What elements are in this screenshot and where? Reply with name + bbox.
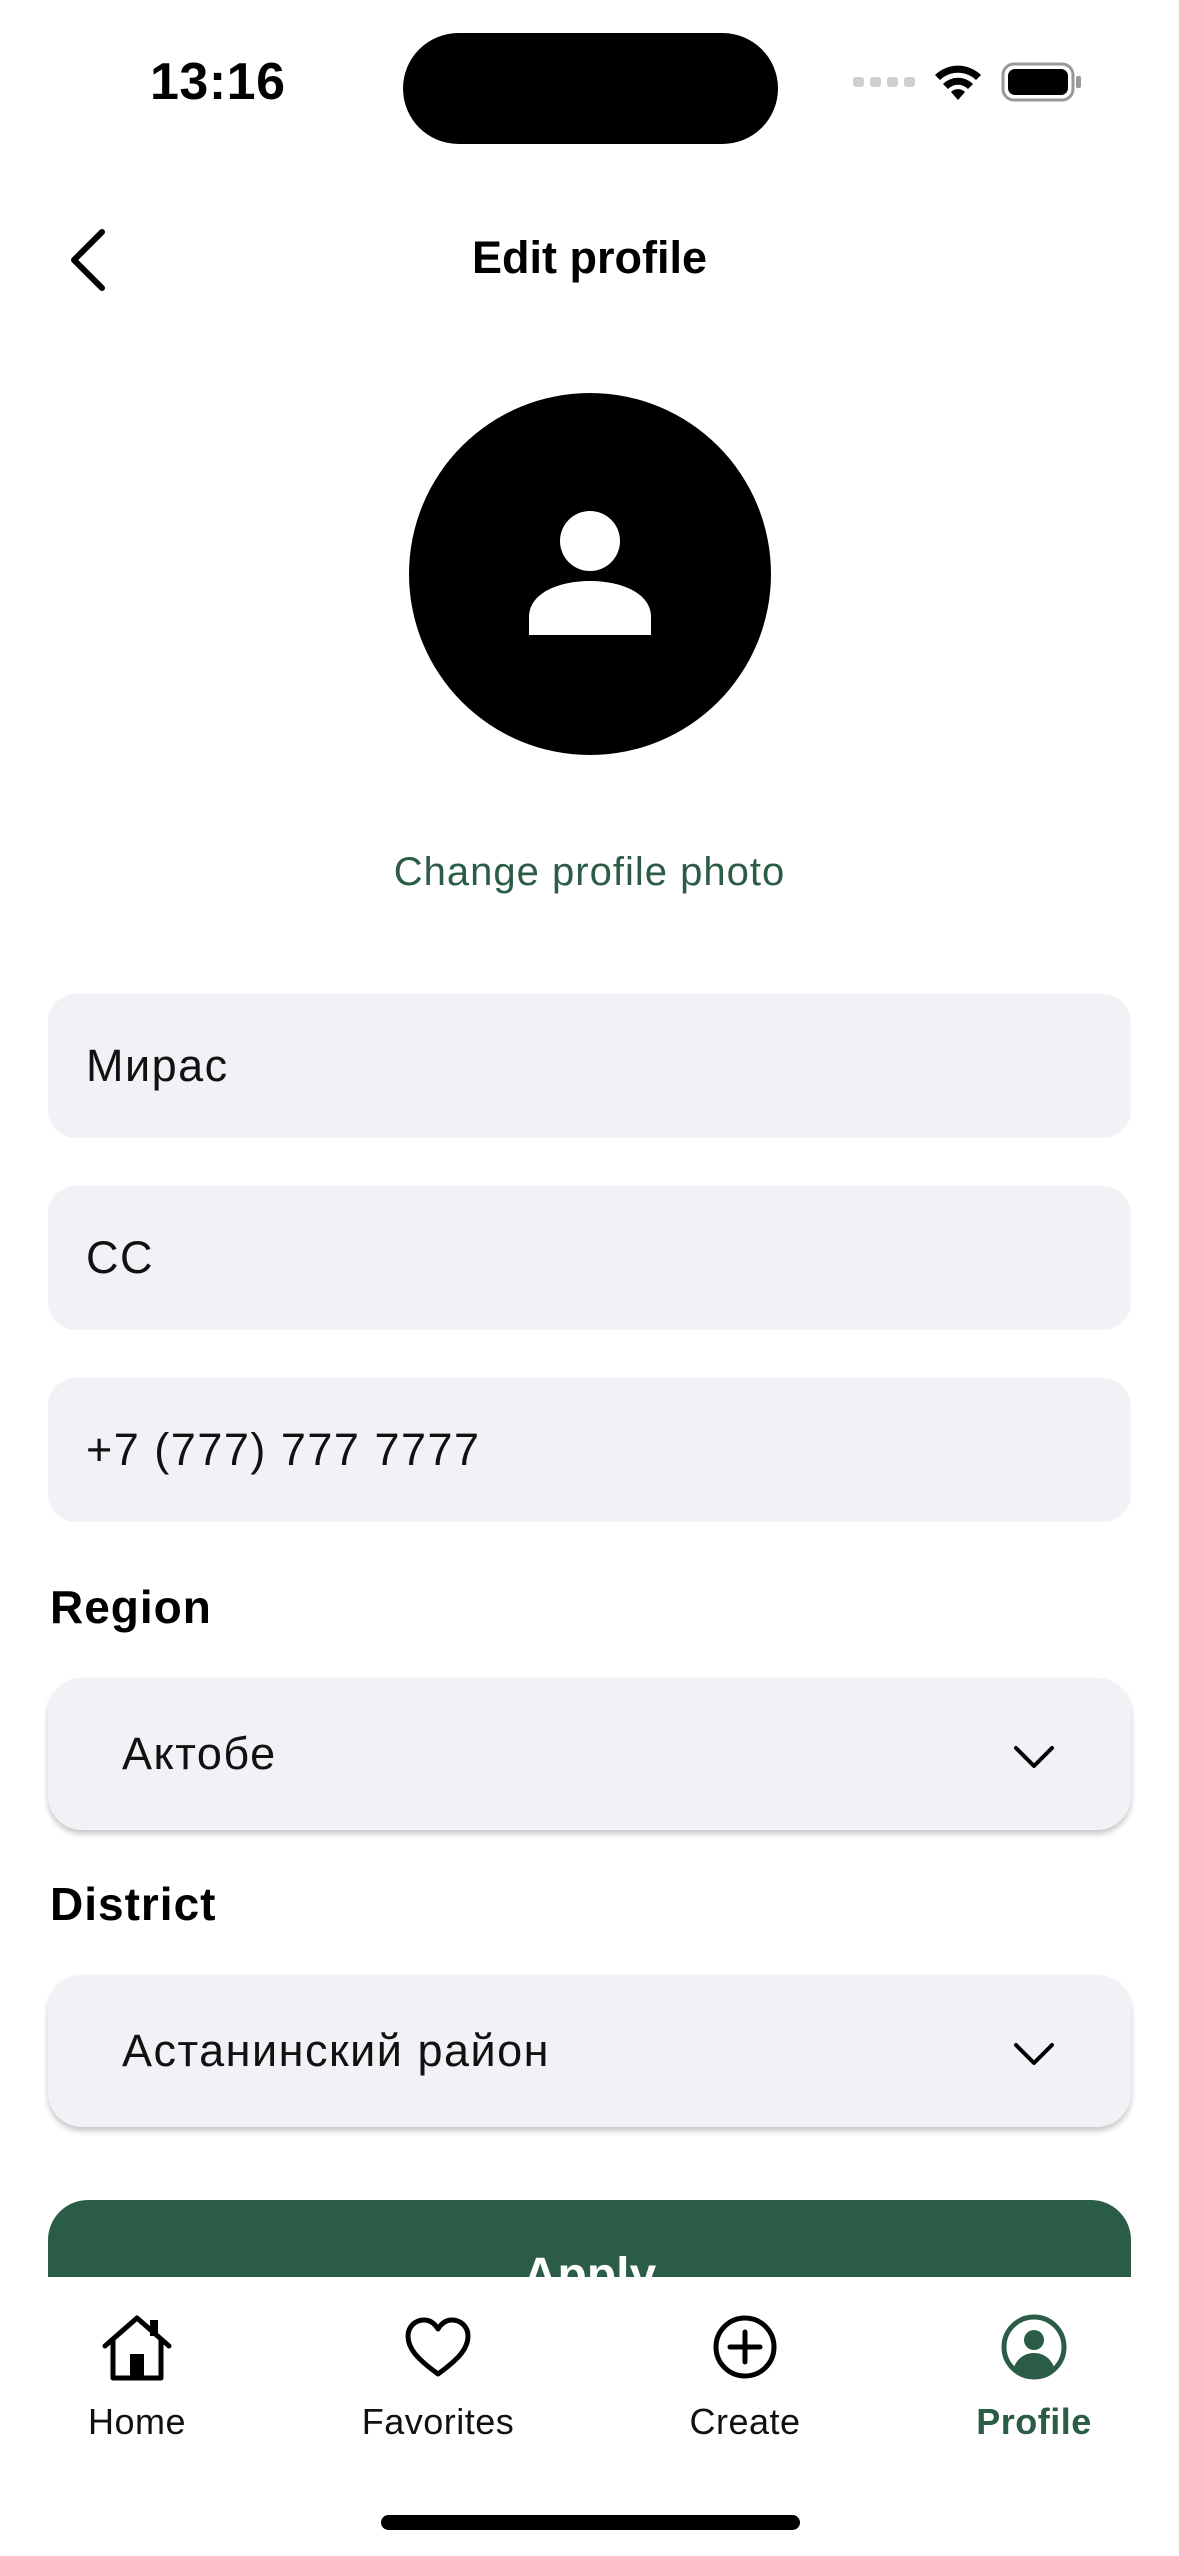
status-icons	[853, 62, 1083, 107]
district-value: Астанинский район	[122, 2025, 551, 2076]
status-time: 13:16	[150, 53, 286, 111]
first-name-field[interactable]: Мирас	[48, 994, 1131, 1138]
tab-home[interactable]: Home	[37, 2307, 237, 2443]
plus-circle-icon	[705, 2307, 785, 2387]
first-name-value: Мирас	[86, 1040, 229, 1091]
home-indicator	[381, 2515, 800, 2530]
phone-value: +7 (777) 777 7777	[86, 1424, 481, 1475]
tab-favorites[interactable]: Favorites	[338, 2307, 538, 2443]
last-name-field[interactable]: СС	[48, 1186, 1131, 1330]
person-icon	[525, 507, 655, 642]
dynamic-island	[403, 33, 778, 144]
wifi-icon	[933, 62, 983, 107]
region-label: Region	[50, 1581, 212, 1633]
region-value: Актобе	[122, 1728, 277, 1779]
tab-create-label: Create	[689, 2401, 801, 2442]
tab-favorites-label: Favorites	[361, 2401, 515, 2442]
district-select[interactable]: Астанинский район	[48, 1975, 1131, 2127]
profile-avatar[interactable]	[409, 393, 771, 755]
profile-circle-icon	[994, 2307, 1074, 2387]
district-label: District	[50, 1878, 217, 1930]
tab-home-label: Home	[87, 2401, 187, 2442]
page-title: Edit profile	[472, 232, 707, 283]
home-icon	[97, 2307, 177, 2387]
edit-profile-screen: 13:16 Edit profile Change profile photo …	[0, 0, 1179, 2556]
heart-icon	[398, 2307, 478, 2387]
phone-field[interactable]: +7 (777) 777 7777	[48, 1378, 1131, 1522]
chevron-down-icon	[1013, 2025, 1055, 2077]
tab-profile-label: Profile	[976, 2401, 1092, 2442]
last-name-value: СС	[86, 1232, 154, 1283]
change-profile-photo-link[interactable]: Change profile photo	[0, 850, 1179, 895]
chevron-down-icon	[1013, 1728, 1055, 1780]
cellular-signal-icon	[853, 75, 915, 94]
tab-create[interactable]: Create	[645, 2307, 845, 2443]
region-select[interactable]: Актобе	[48, 1678, 1131, 1830]
battery-icon	[1001, 62, 1083, 107]
tab-profile[interactable]: Profile	[934, 2307, 1134, 2443]
